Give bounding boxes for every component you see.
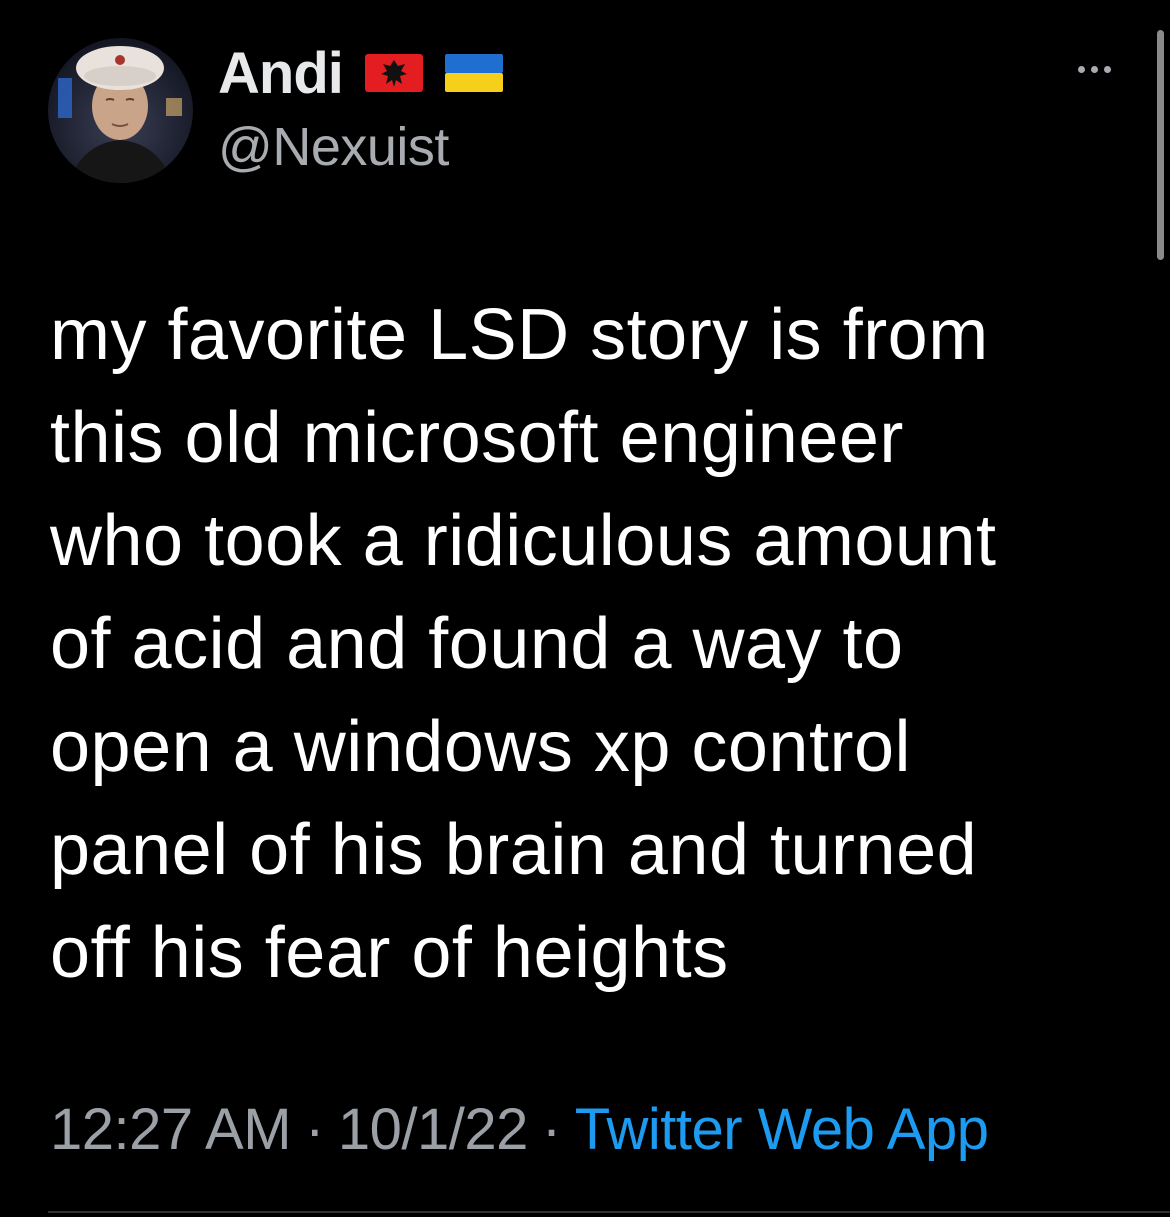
previous-content-sliver bbox=[120, 0, 480, 6]
meta-separator: · bbox=[541, 1097, 561, 1162]
author-name-row[interactable]: Andi bbox=[218, 40, 503, 106]
tweet-text-line: panel of his brain and turned bbox=[50, 810, 978, 890]
display-name[interactable]: Andi bbox=[218, 40, 344, 107]
scrollbar[interactable] bbox=[1157, 30, 1164, 260]
tweet-text: my favorite LSD story is from this old m… bbox=[50, 284, 1140, 1005]
albania-flag-icon bbox=[364, 54, 423, 92]
meta-separator: · bbox=[305, 1097, 324, 1162]
ukraine-flag-icon bbox=[444, 54, 503, 92]
divider bbox=[48, 1211, 1170, 1213]
tweet-date[interactable]: 10/1/22 bbox=[338, 1097, 529, 1162]
tweet-text-line: my favorite LSD story is from bbox=[50, 295, 989, 375]
avatar-photo bbox=[48, 38, 193, 183]
tweet-text-line: off his fear of heights bbox=[50, 913, 729, 993]
more-options-button[interactable] bbox=[1066, 54, 1122, 84]
avatar[interactable] bbox=[48, 38, 193, 183]
user-handle[interactable]: @Nexuist bbox=[218, 116, 449, 178]
tweet-text-line: who took a ridiculous amount bbox=[50, 501, 997, 581]
tweet-meta: 12:27 AM · 10/1/22 · Twitter Web App bbox=[50, 1092, 989, 1168]
tweet-text-line: open a windows xp control bbox=[50, 707, 911, 787]
tweet-time[interactable]: 12:27 AM bbox=[50, 1097, 292, 1162]
ellipsis-icon bbox=[1077, 65, 1085, 73]
tweet-text-line: this old microsoft engineer bbox=[50, 398, 904, 478]
tweet-text-line: of acid and found a way to bbox=[50, 604, 904, 684]
tweet-source-link[interactable]: Twitter Web App bbox=[575, 1097, 989, 1162]
